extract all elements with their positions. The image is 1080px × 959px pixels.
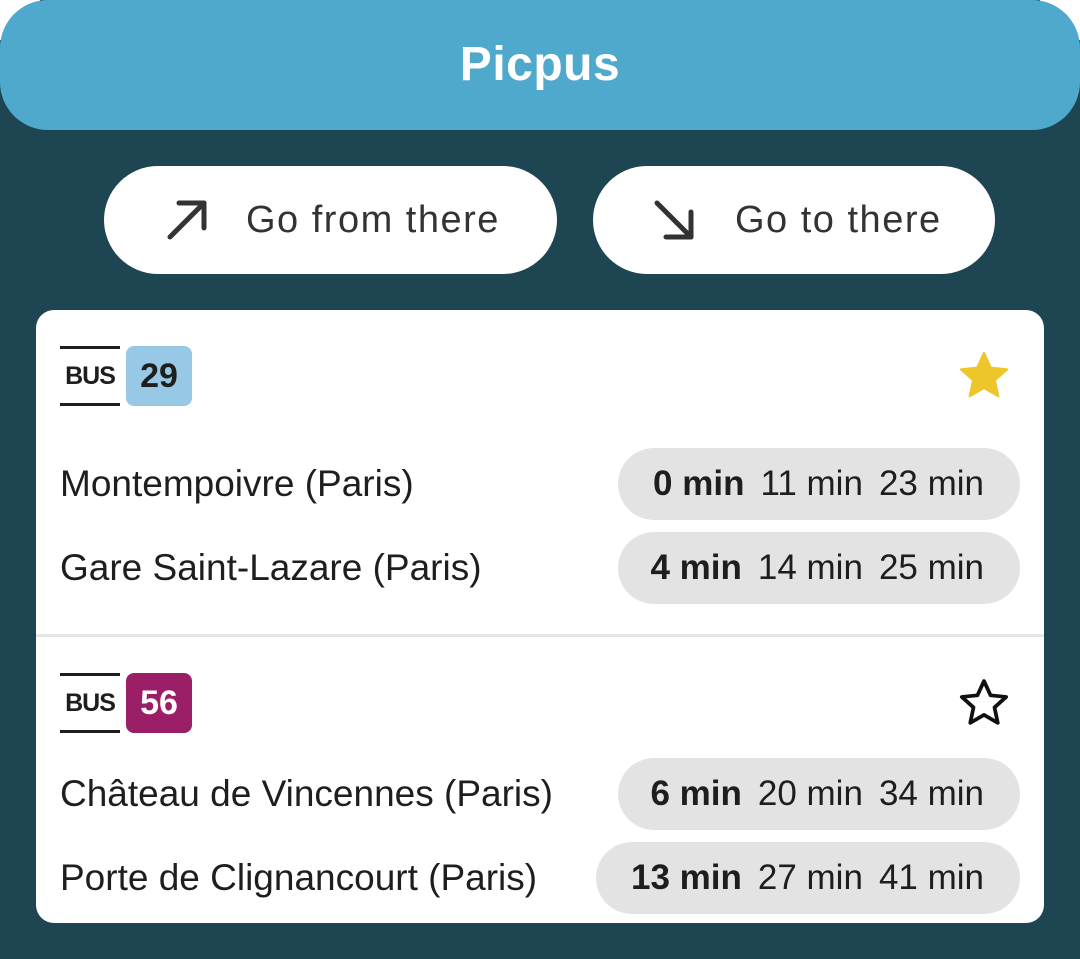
departure-time: 34 min	[878, 774, 984, 813]
departure-time: 20 min	[757, 774, 863, 813]
departure-time: 25 min	[878, 548, 984, 587]
departure-time: 11 min	[760, 464, 863, 503]
departure-time: 23 min	[878, 464, 984, 503]
arrow-down-right-icon	[649, 195, 699, 245]
next-departure-time: 6 min	[650, 774, 742, 813]
destination-label: Gare Saint-Lazare (Paris)	[60, 547, 482, 588]
line-number-badge: 29	[126, 346, 192, 406]
favorite-star-outline-icon[interactable]	[956, 675, 1012, 731]
stop-header: Picpus	[0, 0, 1080, 130]
arrow-up-right-icon	[162, 195, 212, 245]
go-from-there-label: Go from there	[246, 198, 500, 241]
departure-time: 41 min	[878, 858, 984, 897]
departure-times: 4 min 14 min 25 min	[618, 532, 1020, 604]
bus-mode-icon: BUS	[60, 673, 120, 733]
bus-mode-icon: BUS	[60, 346, 120, 406]
departure-row[interactable]: Montempoivre (Paris) 0 min 11 min 23 min	[36, 448, 1044, 520]
line-number-badge: 56	[126, 673, 192, 733]
departure-row[interactable]: Château de Vincennes (Paris) 6 min 20 mi…	[36, 758, 1044, 830]
destination-label: Montempoivre (Paris)	[60, 463, 414, 504]
stop-title: Picpus	[459, 37, 621, 91]
favorite-star-filled-icon[interactable]	[956, 348, 1012, 404]
line-header[interactable]: BUS 29	[60, 346, 192, 406]
line-block: BUS 29 Montempoivre (Paris) 0 min 11 min…	[36, 310, 1044, 635]
line-block: BUS 56 Château de Vincennes (Paris) 6 mi…	[36, 637, 1044, 923]
destination-label: Porte de Clignancourt (Paris)	[60, 857, 538, 898]
go-from-there-button[interactable]: Go from there	[104, 166, 557, 274]
departure-row[interactable]: Porte de Clignancourt (Paris) 13 min 27 …	[36, 842, 1044, 914]
next-departure-time: 0 min	[653, 464, 745, 503]
departure-times: 0 min 11 min 23 min	[618, 448, 1020, 520]
action-buttons: Go from there Go to there	[0, 166, 1080, 274]
next-departure-time: 13 min	[630, 858, 742, 897]
destination-label: Château de Vincennes (Paris)	[60, 773, 553, 814]
departures-card: BUS 29 Montempoivre (Paris) 0 min 11 min…	[36, 310, 1044, 923]
go-to-there-label: Go to there	[735, 198, 942, 241]
departure-row[interactable]: Gare Saint-Lazare (Paris) 4 min 14 min 2…	[36, 532, 1044, 604]
next-departure-time: 4 min	[650, 548, 742, 587]
departure-time: 14 min	[757, 548, 863, 587]
departure-times: 13 min 27 min 41 min	[596, 842, 1020, 914]
line-header[interactable]: BUS 56	[60, 673, 192, 733]
departure-times: 6 min 20 min 34 min	[618, 758, 1020, 830]
go-to-there-button[interactable]: Go to there	[593, 166, 995, 274]
departure-time: 27 min	[757, 858, 863, 897]
